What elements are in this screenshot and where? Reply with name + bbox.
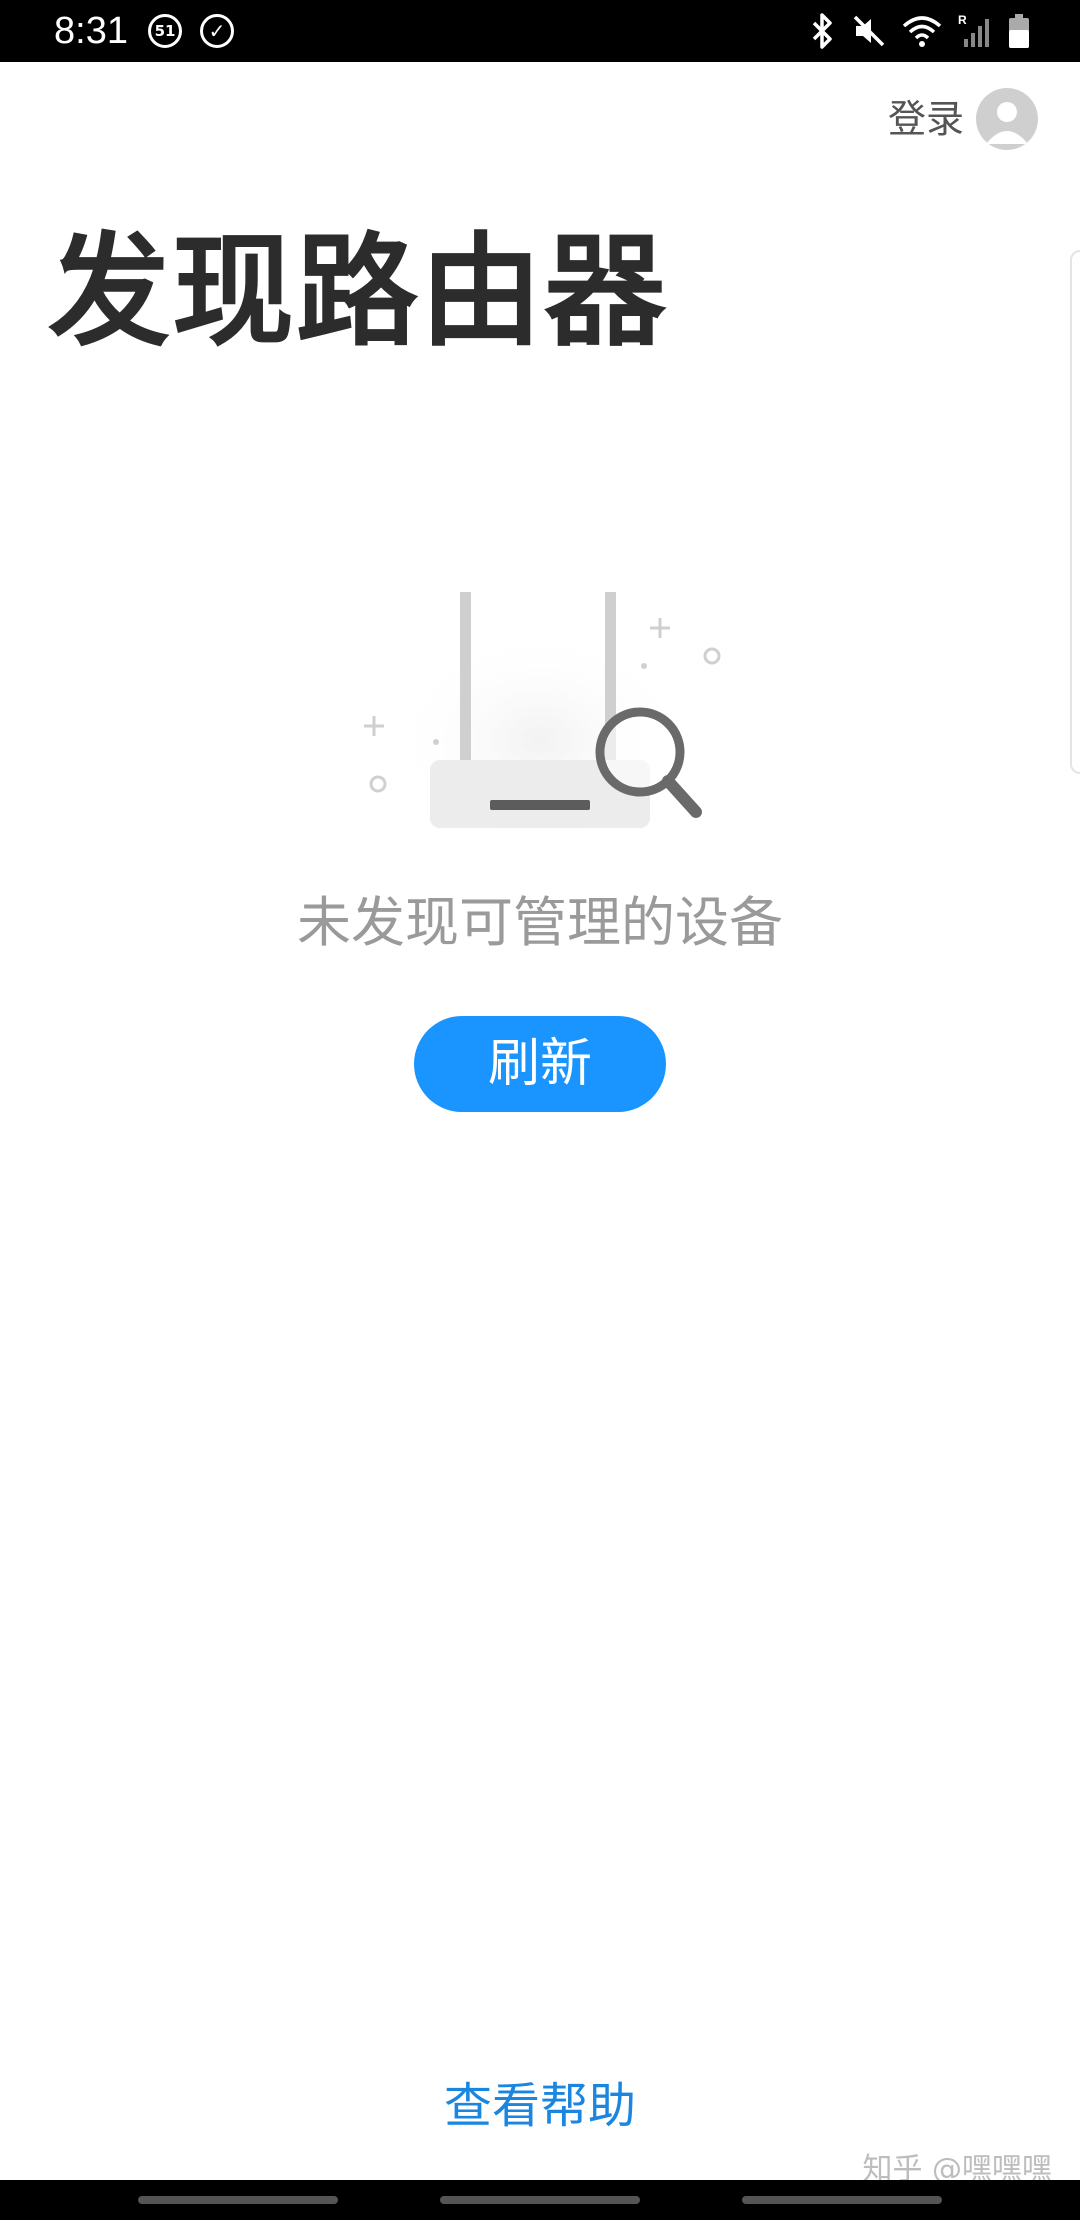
- wifi-icon: [902, 14, 942, 48]
- nav-home-button[interactable]: [440, 2196, 640, 2204]
- notification-badge: 51: [148, 14, 182, 48]
- nav-recent-apps-button[interactable]: [138, 2196, 338, 2204]
- router-search-icon: [364, 592, 721, 850]
- view-help-link[interactable]: 查看帮助: [0, 2075, 1080, 2137]
- user-avatar-icon[interactable]: [976, 88, 1038, 150]
- empty-state-message: 未发现可管理的设备: [297, 891, 783, 954]
- refresh-button[interactable]: 刷新: [414, 1016, 666, 1112]
- nav-back-button[interactable]: [742, 2196, 942, 2204]
- bluetooth-icon: [810, 13, 836, 49]
- login-label[interactable]: 登录: [888, 88, 964, 150]
- status-time: 8:31: [54, 10, 128, 52]
- edge-panel-handle[interactable]: [1070, 250, 1080, 774]
- check-circle-icon: ✓: [200, 14, 234, 48]
- status-bar: 8:31 51 ✓ R: [0, 0, 1080, 62]
- app-screen: 8:31 51 ✓ R 登录 发现路由器 未发现可管理的设备 刷新 查看帮助 知…: [0, 0, 1080, 2220]
- mute-icon: [852, 14, 886, 48]
- svg-text:R: R: [958, 13, 967, 27]
- login-area[interactable]: 登录: [888, 88, 1038, 150]
- status-icons: R: [810, 10, 1030, 52]
- page-title: 发现路由器: [48, 221, 668, 363]
- signal-icon: R: [958, 13, 992, 49]
- battery-icon: [1008, 13, 1030, 49]
